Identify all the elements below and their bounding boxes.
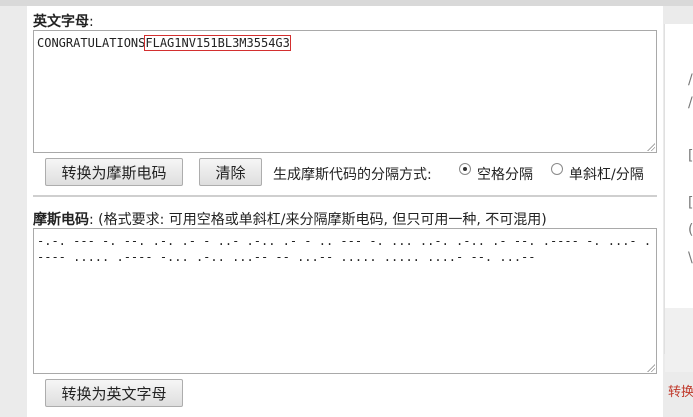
separator-label: 生成摩斯代码的分隔方式: bbox=[273, 167, 432, 183]
morse-textarea[interactable]: -.-. --- -. --. .-. .- - ..- .-.. .- - .… bbox=[33, 228, 657, 374]
to-english-button[interactable]: 转换为英文字母 bbox=[45, 379, 183, 407]
right-panel-footer bbox=[665, 308, 693, 372]
right-glyph: / bbox=[688, 72, 693, 88]
right-glyph: ( bbox=[688, 222, 693, 238]
to-morse-button[interactable]: 转换为摩斯电码 bbox=[45, 158, 183, 186]
radio-space-label: 空格分隔 bbox=[477, 167, 533, 183]
right-convert-link[interactable]: 转换 bbox=[668, 381, 693, 400]
flag-highlight: FLAG1NV151BL3M3554G3 bbox=[144, 35, 291, 51]
morse-text: -.-. --- -. --. .-. .- - ..- .-.. .- - .… bbox=[37, 234, 652, 264]
english-textarea[interactable]: CONGRATULATIONSFLAG1NV151BL3M3554G3 bbox=[33, 30, 657, 153]
right-glyph: \ bbox=[688, 250, 693, 266]
right-glyph: / bbox=[688, 95, 693, 111]
clear-button[interactable]: 清除 bbox=[199, 158, 262, 186]
english-label: 英文字母: bbox=[33, 14, 94, 30]
right-glyph: [ bbox=[688, 195, 693, 211]
resize-handle[interactable] bbox=[646, 142, 655, 151]
english-text-prefix: CONGRATULATIONS bbox=[37, 36, 146, 50]
radio-slash-label: 单斜杠/分隔 bbox=[569, 167, 644, 183]
section-divider bbox=[33, 195, 657, 197]
radio-slash[interactable] bbox=[551, 163, 563, 175]
morse-format-hint: : (格式要求: 可用空格或单斜杠/来分隔摩斯电码, 但只可用一种, 不可混用) bbox=[89, 212, 547, 228]
resize-handle[interactable] bbox=[646, 363, 655, 372]
morse-label: 摩斯电码: (格式要求: 可用空格或单斜杠/来分隔摩斯电码, 但只可用一种, 不… bbox=[33, 212, 547, 228]
radio-space[interactable] bbox=[459, 163, 471, 175]
right-glyph: [ bbox=[688, 148, 693, 164]
